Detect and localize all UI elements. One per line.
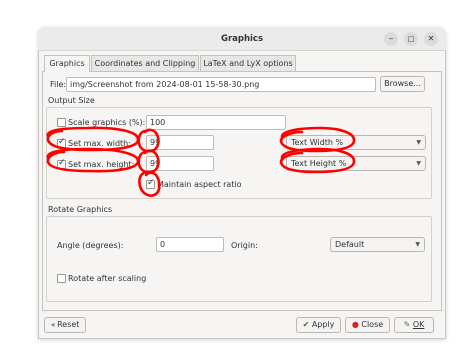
- width-unit-select[interactable]: Text Width % ▼: [286, 135, 426, 150]
- close-label: Close: [361, 320, 384, 329]
- rotate-after-scaling-checkbox[interactable]: [57, 274, 66, 283]
- reset-icon: ◂: [50, 320, 55, 329]
- chevron-down-icon: ▼: [415, 241, 420, 248]
- origin-select[interactable]: Default ▼: [330, 237, 425, 252]
- rotate-after-scaling-label: Rotate after scaling: [68, 274, 147, 283]
- chevron-down-icon: ▼: [416, 139, 421, 146]
- tab-graphics[interactable]: Graphics: [44, 55, 90, 72]
- rotate-graphics-group: [46, 216, 432, 302]
- max-width-label: Set max. width:: [68, 139, 131, 148]
- output-size-heading: Output Size: [48, 96, 95, 105]
- max-height-label: Set max. height:: [68, 160, 135, 169]
- max-height-checkbox[interactable]: [57, 158, 66, 169]
- apply-label: Apply: [311, 320, 335, 329]
- max-height-field[interactable]: 99: [146, 156, 214, 171]
- maintain-aspect-label: Maintain aspect ratio: [157, 180, 242, 189]
- file-path-field[interactable]: img/Screenshot from 2024-08-01 15-58-30.…: [66, 77, 376, 92]
- file-label: File:: [50, 80, 67, 89]
- maximize-icon: □: [407, 35, 415, 43]
- stop-icon: ●: [351, 320, 359, 329]
- maintain-aspect-checkbox[interactable]: [146, 178, 155, 189]
- angle-label: Angle (degrees):: [57, 241, 124, 250]
- tab-coordinates-and-clipping[interactable]: Coordinates and Clipping: [91, 55, 199, 71]
- close-icon: ✕: [427, 34, 435, 43]
- reset-label: Reset: [57, 320, 80, 329]
- height-unit-select[interactable]: Text Height % ▼: [286, 156, 426, 171]
- browse-button[interactable]: Browse...: [380, 76, 425, 92]
- origin-label: Origin:: [231, 241, 258, 250]
- close-window-button[interactable]: ✕: [424, 32, 438, 46]
- origin-value: Default: [335, 240, 365, 249]
- ok-label: OK: [412, 320, 425, 329]
- max-width-checkbox[interactable]: [57, 137, 66, 148]
- angle-field[interactable]: 0: [156, 237, 224, 252]
- height-unit-value: Text Height %: [291, 159, 347, 168]
- scale-graphics-label: Scale graphics (%):: [68, 118, 146, 127]
- rotate-graphics-heading: Rotate Graphics: [48, 205, 113, 214]
- scale-graphics-checkbox[interactable]: [57, 118, 66, 127]
- tab-latex-and-lyx-options[interactable]: LaTeX and LyX options: [200, 55, 296, 71]
- minimize-button[interactable]: ‒: [384, 32, 398, 46]
- chevron-down-icon: ▼: [416, 160, 421, 167]
- close-button[interactable]: ● Close: [345, 317, 390, 333]
- scale-graphics-field[interactable]: 100: [146, 115, 286, 130]
- apply-button[interactable]: ✔ Apply: [296, 317, 341, 333]
- minimize-icon: ‒: [388, 34, 394, 43]
- ok-icon: ✎: [403, 320, 411, 329]
- reset-button[interactable]: ◂ Reset: [44, 317, 86, 333]
- check-icon: ✔: [302, 320, 310, 329]
- width-unit-value: Text Width %: [291, 138, 344, 147]
- ok-button[interactable]: ✎ OK: [394, 317, 434, 333]
- maximize-button[interactable]: □: [404, 32, 418, 46]
- max-width-field[interactable]: 99: [146, 135, 214, 150]
